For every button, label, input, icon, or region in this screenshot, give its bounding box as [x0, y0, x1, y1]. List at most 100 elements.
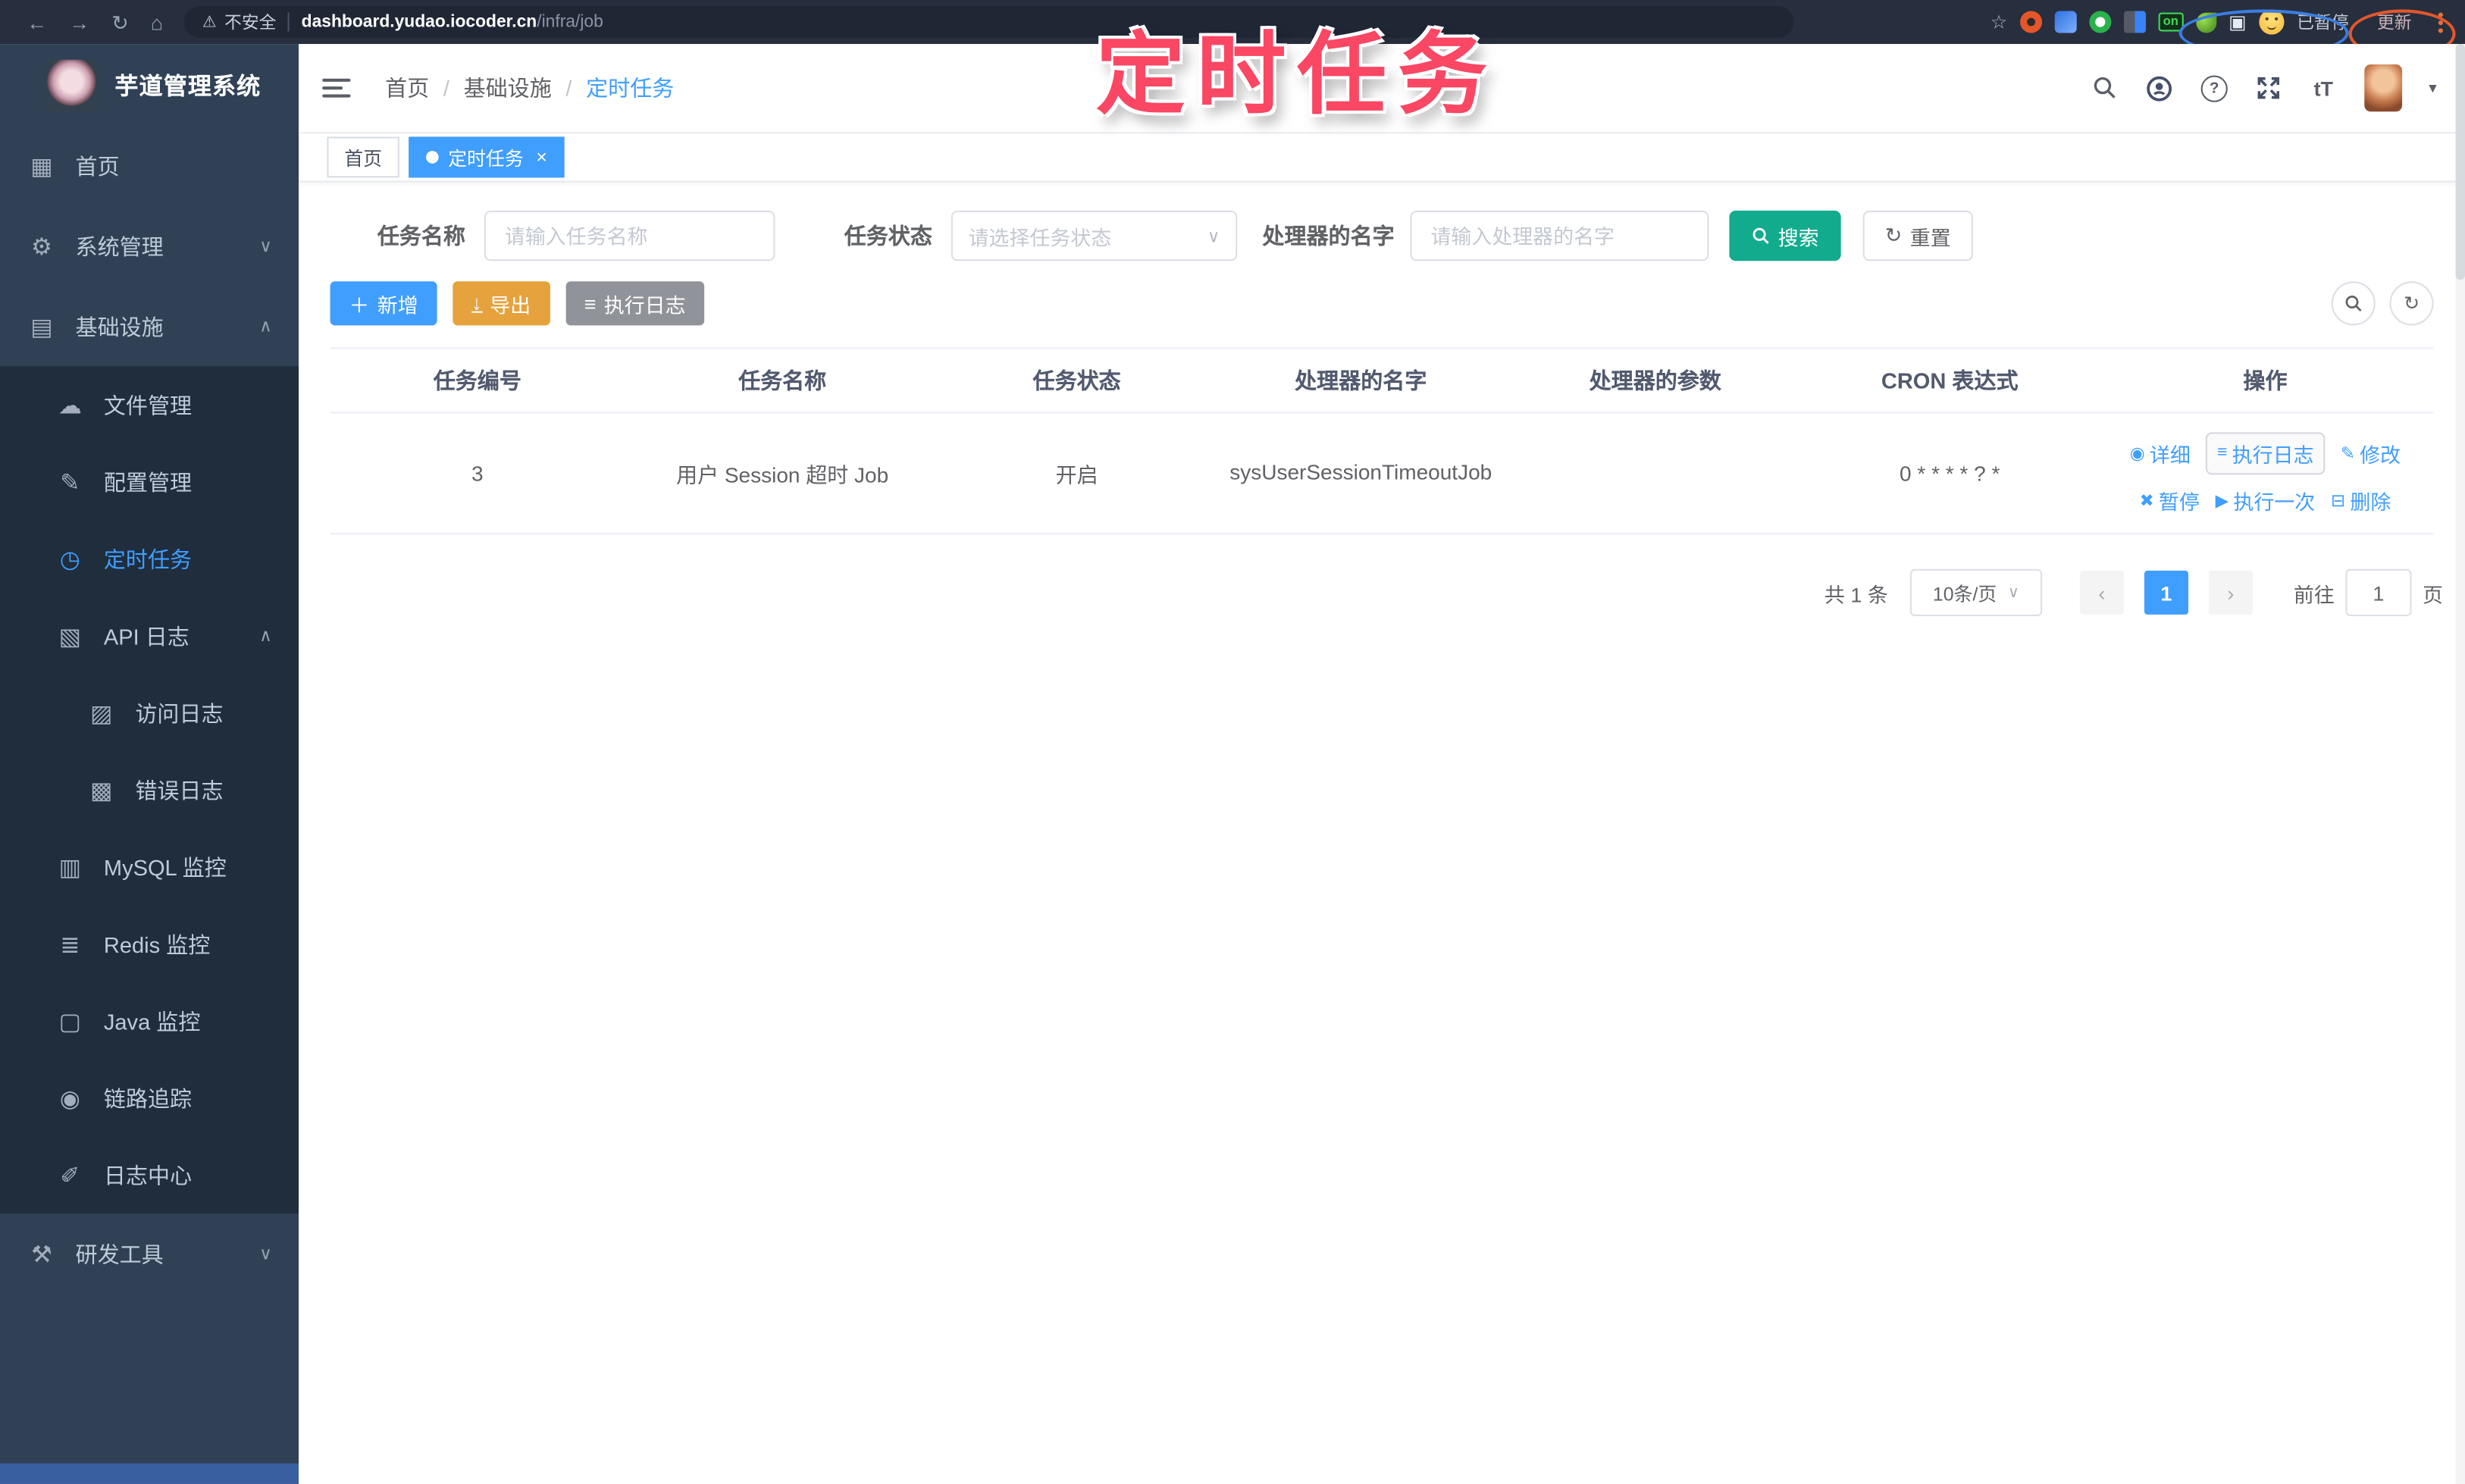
search-icon[interactable]	[2091, 74, 2119, 102]
tab-scheduled-jobs[interactable]: 定时任务 ×	[409, 136, 565, 178]
clock-icon: ◷	[59, 546, 80, 573]
reload-icon[interactable]: ↻	[111, 12, 129, 33]
add-button[interactable]: ＋ 新增	[330, 281, 437, 326]
url-path: /infra/job	[537, 12, 603, 32]
chevron-down-icon: ∨	[259, 1244, 272, 1264]
next-page-button[interactable]: ›	[2208, 570, 2253, 615]
profile-emoji-avatar[interactable]	[2259, 9, 2285, 35]
sidebar-item-error-log[interactable]: ▩ 错误日志	[0, 751, 299, 828]
caret-down-icon[interactable]: ▾	[2429, 80, 2436, 97]
run-once-link[interactable]: ▶ 执行一次	[2216, 485, 2316, 515]
sidebar-item-mysql-monitor[interactable]: ▥ MySQL 监控	[0, 828, 299, 906]
sidebar-item-config-management[interactable]: ✎ 配置管理	[0, 443, 299, 521]
table-header-row: 任务编号 任务名称 任务状态 处理器的名字 处理器的参数 CRON 表达式 操作	[330, 349, 2434, 414]
col-header-handler-params: 处理器的参数	[1589, 368, 1721, 393]
sidebar-item-access-log[interactable]: ▨ 访问日志	[0, 675, 299, 752]
download-icon: ↓	[471, 290, 482, 315]
home-icon[interactable]: ⌂	[151, 12, 163, 33]
breadcrumb-current: 定时任务	[586, 75, 675, 101]
back-icon[interactable]: ←	[27, 12, 47, 33]
extension-icon[interactable]	[2019, 11, 2042, 33]
page-size-value: 10条/页	[1932, 582, 1997, 605]
update-button[interactable]: 更新	[2377, 9, 2412, 34]
extension-icon[interactable]	[2054, 11, 2077, 33]
total-count: 共 1 条	[1824, 582, 1888, 606]
address-bar[interactable]: ⚠ 不安全 dashboard.yudao.iocoder.cn/infra/j…	[183, 6, 1793, 38]
sidebar-item-infrastructure[interactable]: ▤ 基础设施 ∧	[0, 286, 299, 366]
export-button[interactable]: ↓ 导出	[453, 281, 550, 326]
forward-icon[interactable]: →	[69, 12, 89, 33]
extension-icon[interactable]	[2089, 11, 2112, 33]
help-icon[interactable]: ?	[2200, 74, 2228, 102]
sidebar-item-home[interactable]: ▦ 首页	[0, 126, 299, 206]
sidebar-item-file-management[interactable]: ☁ 文件管理	[0, 366, 299, 443]
github-icon[interactable]	[2146, 74, 2174, 102]
sidebar-item-label: 日志中心	[103, 1162, 193, 1188]
search-button[interactable]: 搜索	[1729, 210, 1841, 261]
on-badge-extension-icon[interactable]: on	[2158, 12, 2184, 32]
handler-name-input[interactable]	[1410, 210, 1709, 261]
tab-home[interactable]: 首页	[327, 136, 399, 178]
fullscreen-icon[interactable]	[2254, 74, 2282, 102]
page-header: 首页 / 基础设施 / 定时任务 ? tT ▾	[299, 44, 2465, 134]
font-size-icon[interactable]: tT	[2310, 74, 2338, 102]
prev-page-button[interactable]: ‹	[2079, 570, 2124, 615]
bookmark-star-icon[interactable]: ☆	[1990, 11, 2007, 33]
sidebar-item-trace[interactable]: ◉ 链路追踪	[0, 1060, 299, 1137]
cell-job-name: 用户 Session 超时 Job	[676, 463, 889, 487]
sidebar-item-system-management[interactable]: ⚙ 系统管理 ∨	[0, 206, 299, 286]
not-secure-label: 不安全	[224, 14, 277, 33]
edit-icon: ✎	[2340, 443, 2355, 463]
sidebar-item-redis-monitor[interactable]: ≣ Redis 监控	[0, 906, 299, 983]
extension-icon[interactable]	[2123, 11, 2146, 33]
user-avatar[interactable]	[2364, 64, 2403, 112]
scrollbar-thumb[interactable]	[2455, 44, 2465, 280]
modify-link[interactable]: ✎ 修改	[2341, 438, 2401, 468]
job-status-select[interactable]: 请选择任务状态 ∨	[951, 210, 1238, 261]
sidebar-item-label: 系统管理	[75, 233, 164, 259]
goto-page-input[interactable]	[2345, 568, 2412, 617]
chevron-up-icon: ∧	[259, 627, 272, 647]
sidebar-toggle-icon[interactable]	[322, 74, 351, 102]
breadcrumb-infrastructure[interactable]: 基础设施	[464, 72, 552, 103]
current-page-button[interactable]: 1	[2144, 570, 2188, 615]
close-tab-icon[interactable]: ×	[536, 146, 547, 168]
cloud-icon: ☁	[58, 392, 82, 419]
delete-link[interactable]: ⊟ 删除	[2331, 485, 2391, 515]
sidebar-item-log-center[interactable]: ✐ 日志中心	[0, 1137, 299, 1214]
col-header-handler-name: 处理器的名字	[1295, 368, 1427, 393]
pause-link[interactable]: ✖ 暂停	[2140, 485, 2200, 515]
list-icon: ≡	[584, 291, 597, 315]
cell-job-id: 3	[471, 461, 484, 485]
sidebar-item-scheduled-jobs[interactable]: ◷ 定时任务	[0, 520, 299, 597]
export-button-label: 导出	[490, 293, 531, 317]
exec-log-button[interactable]: ≡ 执行日志	[565, 281, 705, 326]
leaf-extension-icon[interactable]	[2195, 11, 2216, 33]
cell-actions: ◉ 详细 ≡ 执行日志 ✎ 修改 ✖ 暂停 ▶ 执行一次 ⊟ 删除	[2097, 431, 2433, 515]
pen-icon: ✐	[60, 1162, 80, 1189]
extensions-puzzle-icon[interactable]: ▣	[2229, 11, 2247, 33]
sidebar-item-label: 基础设施	[75, 313, 164, 339]
search-toggle-button[interactable]	[2331, 281, 2376, 326]
monitor-icon: ▢	[58, 1008, 82, 1035]
col-header-job-id: 任务编号	[433, 368, 522, 393]
sidebar-item-label: Redis 监控	[103, 931, 211, 957]
detail-link[interactable]: ◉ 详细	[2130, 438, 2191, 468]
page-size-select[interactable]: 10条/页 ∨	[1909, 568, 2043, 617]
browser-menu-icon[interactable]	[2438, 11, 2443, 33]
sidebar-item-api-log[interactable]: ▧ API 日志 ∧	[0, 597, 299, 675]
sidebar-item-label: Java 监控	[103, 1008, 201, 1034]
paused-label[interactable]: 已暂停	[2297, 9, 2348, 34]
sidebar-item-dev-tools[interactable]: ⚒ 研发工具 ∨	[0, 1213, 299, 1294]
eye-icon: ◉	[59, 1085, 80, 1113]
col-header-cron: CRON 表达式	[1881, 368, 2019, 393]
select-caret-icon: ∨	[2007, 584, 2019, 602]
refresh-button[interactable]: ↻	[2389, 281, 2434, 326]
job-name-input[interactable]	[484, 210, 775, 261]
reset-button[interactable]: ↻ 重置	[1862, 210, 1973, 261]
trash-icon: ⊟	[2331, 491, 2346, 511]
sidebar-item-java-monitor[interactable]: ▢ Java 监控	[0, 982, 299, 1060]
breadcrumb-home[interactable]: 首页	[385, 72, 429, 103]
tools-icon: ⚒	[30, 1241, 52, 1268]
row-exec-log-link[interactable]: ≡ 执行日志	[2206, 431, 2326, 474]
